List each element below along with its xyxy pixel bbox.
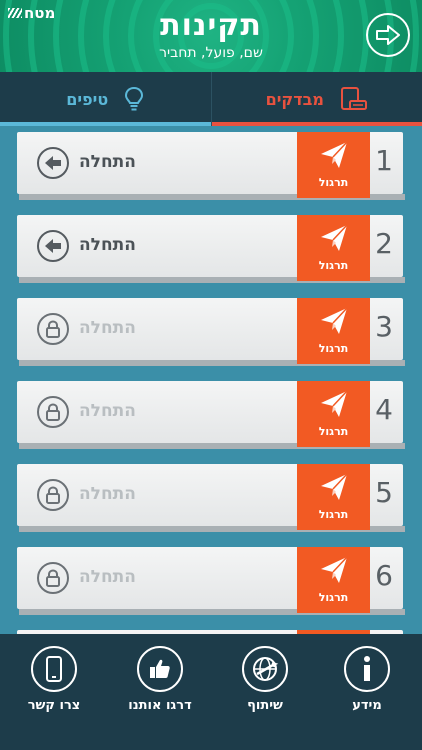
test-number: 5 — [375, 476, 393, 509]
paper-plane-icon — [321, 390, 348, 417]
test-card: 6 תרגול התחלה — [17, 547, 403, 613]
practice-button[interactable]: תרגול — [297, 381, 370, 447]
practice-label: תרגול — [318, 176, 349, 189]
test-row: 5 תרגול התחלה — [17, 464, 405, 534]
start-label: התחלה — [79, 318, 136, 338]
tablet-icon — [340, 87, 367, 110]
app-header: מטח תקינות שם, פועל, תחביר — [0, 0, 422, 72]
test-row: 4 תרגול התחלה — [17, 381, 405, 451]
practice-button[interactable]: תרגול — [297, 215, 370, 281]
footer-bar: צרו קשר דרגו אותנו שיתוף מידע — [0, 634, 422, 750]
lightbulb-icon — [125, 86, 144, 111]
lock-icon — [46, 486, 60, 504]
test-card: 1 תרגול התחלה — [17, 132, 403, 198]
practice-label: תרגול — [318, 591, 349, 604]
info-circle — [344, 646, 390, 692]
practice-button[interactable]: תרגול — [297, 547, 370, 613]
practice-label: תרגול — [318, 342, 349, 355]
share-circle — [242, 646, 288, 692]
next-arrow-icon — [376, 25, 400, 45]
tab-tips[interactable]: טיפים — [0, 72, 212, 126]
practice-button[interactable]: תרגול — [297, 464, 370, 530]
contact-button[interactable]: צרו קשר — [14, 646, 94, 713]
lock-icon — [46, 569, 60, 587]
arrow-left-icon — [45, 239, 61, 253]
test-number: 6 — [375, 559, 393, 592]
page-title: תקינות — [160, 8, 262, 43]
share-button[interactable]: שיתוף — [225, 646, 305, 713]
start-label: התחלה — [79, 484, 136, 504]
test-card: 4 תרגול התחלה — [17, 381, 403, 447]
lock-icon — [46, 320, 60, 338]
tab-tests[interactable]: מבדקים — [211, 72, 422, 126]
test-card: 2 תרגול התחלה — [17, 215, 403, 281]
locked-start-button — [37, 396, 69, 428]
rate-label: דרגו אותנו — [128, 698, 192, 713]
test-number: 3 — [375, 310, 393, 343]
practice-button[interactable]: תרגול — [297, 132, 370, 198]
paper-plane-icon — [321, 141, 348, 168]
info-label: מידע — [352, 698, 382, 713]
test-row: 3 תרגול התחלה — [17, 298, 405, 368]
thumbs-up-icon — [150, 659, 170, 678]
paper-plane-icon — [321, 556, 348, 583]
locked-start-button — [37, 479, 69, 511]
locked-start-button — [37, 313, 69, 345]
next-arrow-button[interactable] — [366, 13, 410, 57]
tab-tests-label: מבדקים — [265, 89, 324, 109]
page-subtitle: שם, פועל, תחביר — [159, 45, 263, 61]
rate-circle — [137, 646, 183, 692]
share-globe-icon — [253, 657, 279, 681]
test-number: 1 — [375, 144, 393, 177]
tests-list: 1 תרגול התחלה 2 תרגול התחלה 3 תרגול התחלה 4 תרגול ה… — [0, 126, 422, 634]
start-label: התחלה — [79, 235, 136, 255]
practice-button[interactable]: תרגול — [297, 298, 370, 364]
info-icon — [364, 656, 370, 681]
paper-plane-icon — [321, 224, 348, 251]
lock-icon — [46, 403, 60, 421]
locked-start-button — [37, 562, 69, 594]
practice-label: תרגול — [318, 508, 349, 521]
test-number: 2 — [375, 227, 393, 260]
contact-label: צרו קשר — [27, 698, 81, 713]
start-label: התחלה — [79, 567, 136, 587]
arrow-left-icon — [45, 156, 61, 170]
test-card: 3 תרגול התחלה — [17, 298, 403, 364]
phone-icon — [46, 656, 62, 682]
paper-plane-icon — [321, 473, 348, 500]
paper-plane-icon — [321, 307, 348, 334]
share-label: שיתוף — [247, 698, 283, 713]
test-row: 6 תרגול התחלה — [17, 547, 405, 617]
practice-label: תרגול — [318, 425, 349, 438]
rate-button[interactable]: דרגו אותנו — [120, 646, 200, 713]
tab-bar: טיפים מבדקים — [0, 72, 422, 126]
test-number: 4 — [375, 393, 393, 426]
start-button[interactable] — [37, 230, 69, 262]
practice-label: תרגול — [318, 259, 349, 272]
contact-circle — [31, 646, 77, 692]
start-label: התחלה — [79, 401, 136, 421]
tab-tips-label: טיפים — [66, 89, 109, 109]
test-card: 5 תרגול התחלה — [17, 464, 403, 530]
start-label: התחלה — [79, 152, 136, 172]
test-row: 1 תרגול התחלה — [17, 132, 405, 202]
info-button[interactable]: מידע — [327, 646, 407, 713]
start-button[interactable] — [37, 147, 69, 179]
test-row: 2 תרגול התחלה — [17, 215, 405, 285]
